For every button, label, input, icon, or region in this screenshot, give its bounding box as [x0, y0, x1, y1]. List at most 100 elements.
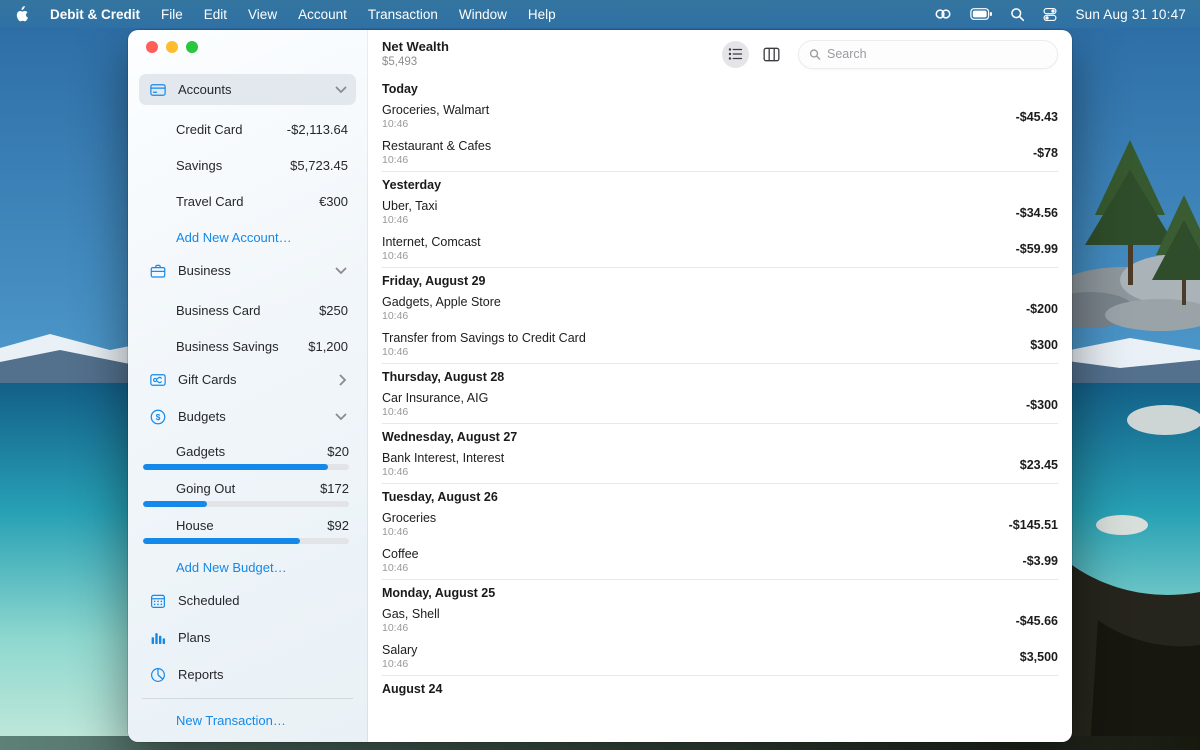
apple-menu-icon[interactable]: [14, 6, 29, 23]
budget-row[interactable]: Gadgets $20: [143, 438, 349, 475]
budget-row[interactable]: House $92: [143, 512, 349, 549]
transaction-time: 10:46: [382, 466, 1020, 480]
sidebar-account-row[interactable]: Credit Card -$2,113.64: [128, 111, 367, 147]
sidebar-item-reports[interactable]: Reports: [139, 659, 356, 690]
transaction-time: 10:46: [382, 562, 1023, 576]
sidebar-account-row[interactable]: Savings $5,723.45: [128, 147, 367, 183]
transaction-group: Thursday, August 28 Car Insurance, AIG 1…: [382, 364, 1058, 424]
menu-clock[interactable]: Sun Aug 31 10:47: [1075, 7, 1186, 22]
sidebar-content: Accounts Credit Card -$2,113.64 Savings …: [128, 30, 367, 690]
transaction-time: 10:46: [382, 658, 1020, 672]
transaction-row[interactable]: Groceries, Walmart 10:46 -$45.43: [382, 99, 1058, 135]
transaction-row[interactable]: Gadgets, Apple Store 10:46 -$200: [382, 291, 1058, 327]
transaction-row[interactable]: Groceries 10:46 -$145.51: [382, 507, 1058, 543]
account-name: Business Savings: [176, 339, 308, 354]
account-balance: -$2,113.64: [287, 122, 348, 137]
svg-text:$: $: [156, 413, 161, 422]
sidebar-item-plans[interactable]: Plans: [139, 622, 356, 653]
sidebar-item-business[interactable]: Business: [139, 255, 356, 286]
transaction-row[interactable]: Bank Interest, Interest 10:46 $23.45: [382, 447, 1058, 483]
transaction-row[interactable]: Car Insurance, AIG 10:46 -$300: [382, 387, 1058, 423]
sidebar-account-row[interactable]: Business Savings $1,200: [128, 328, 367, 364]
column-view-button[interactable]: [758, 41, 785, 68]
close-button[interactable]: [146, 41, 158, 53]
menu-app-name[interactable]: Debit & Credit: [50, 7, 140, 22]
menu-edit[interactable]: Edit: [204, 7, 227, 22]
main-header: Net Wealth $5,493: [368, 30, 1072, 70]
transaction-time: 10:46: [382, 526, 1009, 540]
transaction-time: 10:46: [382, 310, 1026, 324]
chevron-down-icon: [335, 267, 347, 275]
account-name: Credit Card: [176, 122, 287, 137]
account-name: Savings: [176, 158, 290, 173]
budget-row[interactable]: Going Out $172: [143, 475, 349, 512]
chevron-down-icon: [335, 413, 347, 421]
transaction-row[interactable]: Transfer from Savings to Credit Card 10:…: [382, 327, 1058, 363]
sidebar-item-label: Scheduled: [178, 593, 347, 608]
transaction-row[interactable]: Restaurant & Cafes 10:46 -$78: [382, 135, 1058, 171]
transaction-group: Today Groceries, Walmart 10:46 -$45.43 R…: [382, 76, 1058, 172]
transaction-amount: -$300: [1026, 398, 1058, 412]
link-icon[interactable]: [933, 6, 953, 22]
account-balance: €300: [319, 194, 348, 209]
add-new-budget-button[interactable]: Add New Budget…: [128, 549, 367, 585]
menu-window[interactable]: Window: [459, 7, 507, 22]
new-transaction-button[interactable]: New Transaction…: [128, 698, 367, 742]
battery-icon[interactable]: [970, 7, 993, 21]
transaction-group: Friday, August 29 Gadgets, Apple Store 1…: [382, 268, 1058, 364]
transaction-row[interactable]: Salary 10:46 $3,500: [382, 639, 1058, 675]
list-view-button[interactable]: [722, 41, 749, 68]
search-icon[interactable]: [1010, 7, 1025, 22]
transaction-row[interactable]: Internet, Comcast 10:46 -$59.99: [382, 231, 1058, 267]
transaction-time: 10:46: [382, 406, 1026, 420]
minimize-button[interactable]: [166, 41, 178, 53]
sidebar: Accounts Credit Card -$2,113.64 Savings …: [128, 30, 368, 742]
menu-help[interactable]: Help: [528, 7, 556, 22]
sidebar-item-gift-cards[interactable]: Gift Cards: [139, 364, 356, 395]
add-new-account-button[interactable]: Add New Account…: [128, 219, 367, 255]
zoom-button[interactable]: [186, 41, 198, 53]
menu-view[interactable]: View: [248, 7, 277, 22]
transaction-row[interactable]: Coffee 10:46 -$3.99: [382, 543, 1058, 579]
budget-progress-fill: [143, 501, 207, 507]
sidebar-item-scheduled[interactable]: Scheduled: [139, 585, 356, 616]
sidebar-account-row[interactable]: Travel Card €300: [128, 183, 367, 219]
transaction-amount: -$34.56: [1016, 206, 1058, 220]
transaction-title: Gadgets, Apple Store: [382, 294, 1026, 310]
search-field[interactable]: [798, 40, 1058, 69]
control-center-icon[interactable]: [1042, 7, 1058, 22]
budget-name: House: [176, 518, 327, 533]
search-input[interactable]: [827, 47, 1047, 61]
transaction-amount: $300: [1030, 338, 1058, 352]
account-balance: $250: [319, 303, 348, 318]
transaction-time: 10:46: [382, 118, 1016, 132]
bar-chart-icon: [149, 629, 167, 647]
transaction-amount: -$78: [1033, 146, 1058, 160]
dollar-circle-icon: $: [149, 408, 167, 426]
menu-file[interactable]: File: [161, 7, 183, 22]
account-balance: $1,200: [308, 339, 348, 354]
transaction-time: 10:46: [382, 622, 1016, 636]
transaction-title: Transfer from Savings to Credit Card: [382, 330, 1030, 346]
account-balance: $5,723.45: [290, 158, 348, 173]
date-header: Wednesday, August 27: [382, 430, 1058, 445]
budget-remaining: $92: [327, 518, 349, 533]
sidebar-item-label: Business: [178, 263, 335, 278]
transaction-title: Internet, Comcast: [382, 234, 1016, 250]
sidebar-item-accounts[interactable]: Accounts: [139, 74, 356, 105]
menu-transaction[interactable]: Transaction: [368, 7, 438, 22]
menu-account[interactable]: Account: [298, 7, 347, 22]
sidebar-account-row[interactable]: Business Card $250: [128, 292, 367, 328]
sidebar-item-label: Budgets: [178, 409, 335, 424]
date-header: Thursday, August 28: [382, 370, 1058, 385]
transaction-row[interactable]: Uber, Taxi 10:46 -$34.56: [382, 195, 1058, 231]
budget-remaining: $20: [327, 444, 349, 459]
transaction-row[interactable]: Gas, Shell 10:46 -$45.66: [382, 603, 1058, 639]
view-mode-toggle: [722, 41, 785, 68]
transaction-amount: $23.45: [1020, 458, 1058, 472]
budget-progress-track: [143, 464, 349, 470]
chevron-right-icon: [339, 374, 347, 386]
sidebar-item-budgets[interactable]: $ Budgets: [139, 401, 356, 432]
window-controls: [146, 41, 198, 53]
transaction-title: Bank Interest, Interest: [382, 450, 1020, 466]
